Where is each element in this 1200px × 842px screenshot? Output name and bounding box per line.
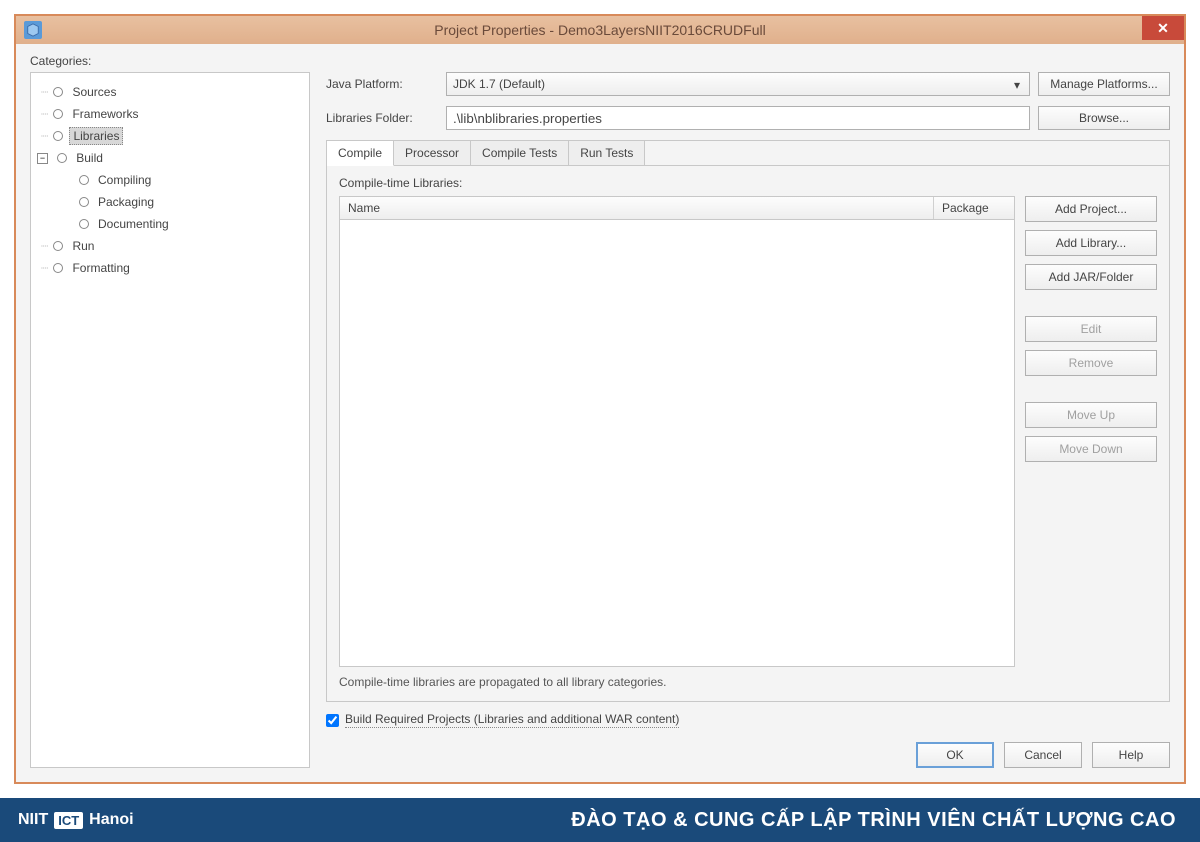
edit-button: Edit xyxy=(1025,316,1157,342)
browse-button[interactable]: Browse... xyxy=(1038,106,1170,130)
tree-item-sources[interactable]: ┈ Sources xyxy=(37,81,303,103)
bullet-icon xyxy=(79,197,89,207)
bullet-icon xyxy=(79,175,89,185)
bullet-icon xyxy=(53,263,63,273)
window-body: Categories: ┈ Sources ┈ Frameworks ┈ Lib… xyxy=(16,44,1184,782)
bullet-icon xyxy=(53,109,63,119)
build-required-row[interactable]: Build Required Projects (Libraries and a… xyxy=(326,712,1170,728)
tabbar: Compile Processor Compile Tests Run Test… xyxy=(327,141,1169,166)
tree-item-documenting[interactable]: Documenting xyxy=(37,213,303,235)
logo-box-icon: ICT xyxy=(54,812,83,829)
dialog-buttons: OK Cancel Help xyxy=(326,742,1170,768)
project-properties-window: Project Properties - Demo3LayersNIIT2016… xyxy=(14,14,1186,784)
propagation-hint: Compile-time libraries are propagated to… xyxy=(339,675,1157,689)
tree-item-frameworks[interactable]: ┈ Frameworks xyxy=(37,103,303,125)
folder-row: Libraries Folder: Browse... xyxy=(326,106,1170,130)
folder-label: Libraries Folder: xyxy=(326,111,438,125)
bullet-icon xyxy=(53,131,63,141)
tab-compile[interactable]: Compile xyxy=(327,141,394,166)
help-button[interactable]: Help xyxy=(1092,742,1170,768)
col-package[interactable]: Package xyxy=(934,197,1014,219)
main-columns: ┈ Sources ┈ Frameworks ┈ Libraries − Bui… xyxy=(30,72,1170,768)
compile-libraries-label: Compile-time Libraries: xyxy=(339,176,1157,190)
platform-dropdown[interactable]: JDK 1.7 (Default) ▾ xyxy=(446,72,1030,96)
tabs-container: Compile Processor Compile Tests Run Test… xyxy=(326,140,1170,702)
table-body[interactable] xyxy=(340,220,1014,666)
tree-item-formatting[interactable]: ┈ Formatting xyxy=(37,257,303,279)
tab-processor[interactable]: Processor xyxy=(394,141,471,165)
libraries-folder-input[interactable] xyxy=(446,106,1030,130)
collapse-icon[interactable]: − xyxy=(37,153,48,164)
remove-button: Remove xyxy=(1025,350,1157,376)
chevron-down-icon: ▾ xyxy=(1009,77,1025,93)
bullet-icon xyxy=(53,241,63,251)
titlebar[interactable]: Project Properties - Demo3LayersNIIT2016… xyxy=(16,16,1184,44)
cancel-button[interactable]: Cancel xyxy=(1004,742,1082,768)
manage-platforms-button[interactable]: Manage Platforms... xyxy=(1038,72,1170,96)
page-footer: NIIT ICT Hanoi ĐÀO TẠO & CUNG CẤP LẬP TR… xyxy=(0,798,1200,842)
footer-logo: NIIT ICT Hanoi xyxy=(18,811,134,829)
libraries-table[interactable]: Name Package xyxy=(339,196,1015,667)
tree-item-libraries[interactable]: ┈ Libraries xyxy=(37,125,303,147)
categories-tree[interactable]: ┈ Sources ┈ Frameworks ┈ Libraries − Bui… xyxy=(30,72,310,768)
build-required-label: Build Required Projects (Libraries and a… xyxy=(345,712,679,728)
move-up-button: Move Up xyxy=(1025,402,1157,428)
col-name[interactable]: Name xyxy=(340,197,934,219)
settings-panel: Java Platform: JDK 1.7 (Default) ▾ Manag… xyxy=(326,72,1170,768)
ok-button[interactable]: OK xyxy=(916,742,994,768)
bullet-icon xyxy=(79,219,89,229)
bullet-icon xyxy=(57,153,67,163)
add-library-button[interactable]: Add Library... xyxy=(1025,230,1157,256)
close-icon: ✕ xyxy=(1157,20,1169,37)
tree-item-run[interactable]: ┈ Run xyxy=(37,235,303,257)
add-project-button[interactable]: Add Project... xyxy=(1025,196,1157,222)
tree-item-compiling[interactable]: Compiling xyxy=(37,169,303,191)
library-buttons: Add Project... Add Library... Add JAR/Fo… xyxy=(1025,196,1157,667)
tab-run-tests[interactable]: Run Tests xyxy=(569,141,645,165)
tree-item-build[interactable]: − Build xyxy=(37,147,303,169)
add-jar-button[interactable]: Add JAR/Folder xyxy=(1025,264,1157,290)
close-button[interactable]: ✕ xyxy=(1142,16,1184,40)
bullet-icon xyxy=(53,87,63,97)
tab-compile-tests[interactable]: Compile Tests xyxy=(471,141,569,165)
tree-item-packaging[interactable]: Packaging xyxy=(37,191,303,213)
window-title: Project Properties - Demo3LayersNIIT2016… xyxy=(16,22,1184,38)
footer-tagline: ĐÀO TẠO & CUNG CẤP LẬP TRÌNH VIÊN CHẤT L… xyxy=(571,809,1176,832)
categories-label: Categories: xyxy=(30,54,1170,68)
move-down-button: Move Down xyxy=(1025,436,1157,462)
table-area: Name Package Add Project... Add Library.… xyxy=(339,196,1157,667)
table-header: Name Package xyxy=(340,197,1014,220)
platform-label: Java Platform: xyxy=(326,77,438,91)
build-required-checkbox[interactable] xyxy=(326,714,339,727)
platform-row: Java Platform: JDK 1.7 (Default) ▾ Manag… xyxy=(326,72,1170,96)
tab-content: Compile-time Libraries: Name Package Ad xyxy=(327,166,1169,701)
